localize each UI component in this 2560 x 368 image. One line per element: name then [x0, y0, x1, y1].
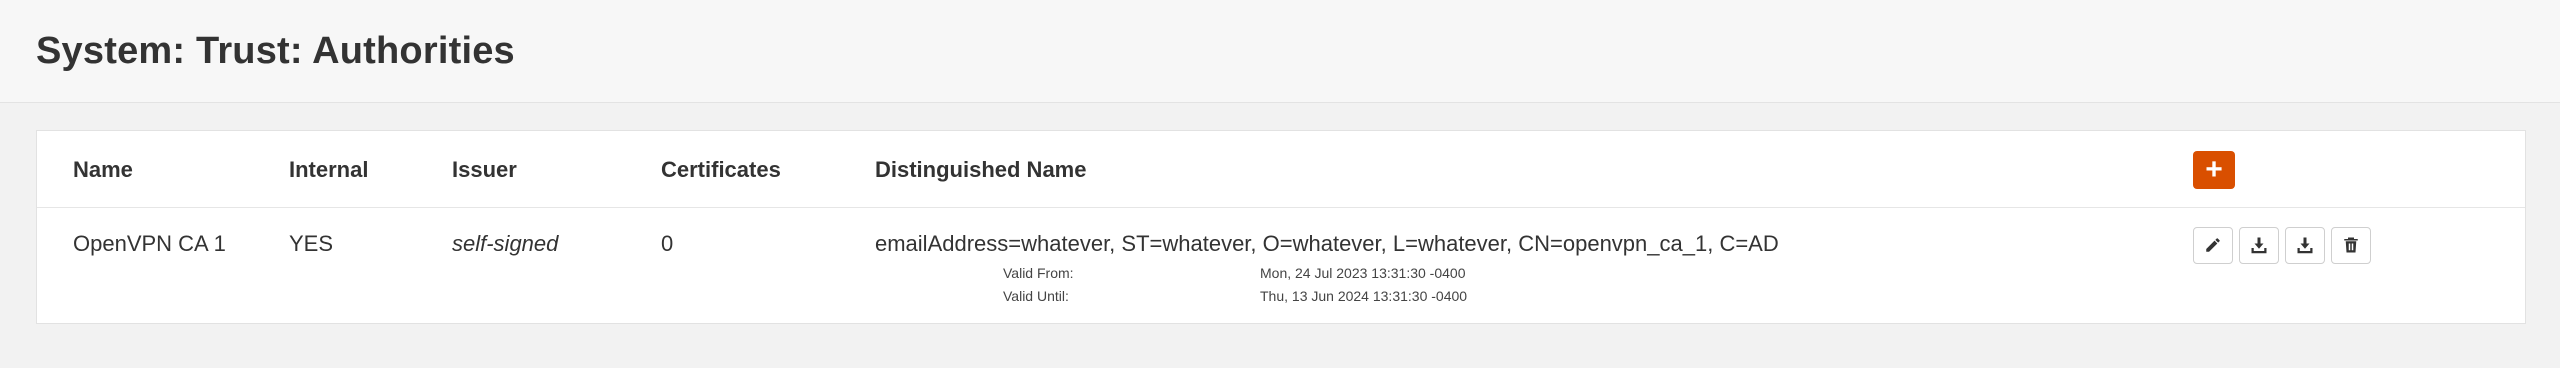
column-header-certificates: Certificates: [661, 156, 781, 182]
authorities-panel: Name Internal Issuer Certificates Distin…: [36, 130, 2526, 324]
cell-distinguished-name: emailAddress=whatever, ST=whatever, O=wh…: [875, 207, 2193, 323]
delete-button[interactable]: [2331, 226, 2371, 264]
plus-icon: +: [2205, 152, 2223, 186]
cell-actions: [2193, 207, 2525, 323]
export-certificate-button[interactable]: [2239, 226, 2279, 264]
row-actions: [2193, 226, 2525, 264]
page-title: System: Trust: Authorities: [36, 29, 515, 72]
column-header-internal: Internal: [289, 156, 369, 182]
column-header-name: Name: [73, 156, 133, 182]
download-icon: [2297, 237, 2313, 254]
cell-certificates: 0: [661, 230, 674, 256]
dn-text: emailAddress=whatever, ST=whatever, O=wh…: [875, 230, 1779, 256]
cell-name: OpenVPN CA 1: [73, 230, 226, 256]
pencil-icon: [2206, 238, 2220, 252]
cell-internal: YES: [289, 230, 334, 256]
table-row: OpenVPN CA 1 YES self-signed 0 emailAddr…: [37, 207, 2525, 323]
add-authority-button[interactable]: +: [2193, 150, 2235, 189]
content-area: Name Internal Issuer Certificates Distin…: [0, 103, 2560, 324]
page-header: System: Trust: Authorities: [0, 0, 2560, 103]
valid-from-value: Mon, 24 Jul 2023 13:31:30 -0400: [1260, 264, 1466, 281]
trash-icon: [2344, 237, 2358, 253]
column-header-distinguished-name: Distinguished Name: [875, 156, 1087, 182]
export-key-button[interactable]: [2285, 226, 2325, 264]
column-header-actions: +: [2193, 131, 2525, 207]
table-header-row: Name Internal Issuer Certificates Distin…: [37, 131, 2525, 207]
cell-issuer: self-signed: [452, 230, 559, 256]
download-icon: [2251, 237, 2267, 254]
authorities-table: Name Internal Issuer Certificates Distin…: [37, 131, 2525, 323]
valid-from-label: Valid From:: [1003, 264, 1074, 281]
valid-until-label: Valid Until:: [1003, 287, 1069, 304]
validity-block: Valid From: Mon, 24 Jul 2023 13:31:30 -0…: [1003, 262, 2193, 308]
edit-button[interactable]: [2193, 226, 2233, 264]
valid-until-value: Thu, 13 Jun 2024 13:31:30 -0400: [1260, 287, 1468, 304]
column-header-issuer: Issuer: [452, 156, 517, 182]
